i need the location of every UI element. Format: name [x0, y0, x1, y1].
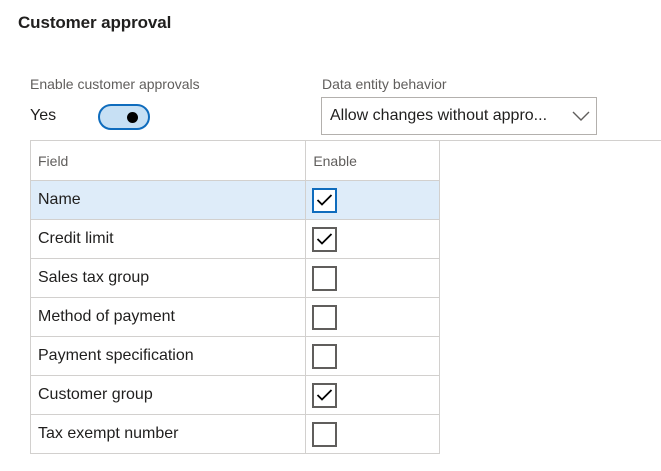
- column-header-enable[interactable]: Enable: [305, 140, 440, 181]
- table-row[interactable]: Credit limit: [29, 219, 440, 259]
- field-name-cell: Tax exempt number: [29, 414, 307, 454]
- column-header-field[interactable]: Field: [29, 140, 307, 181]
- table-row[interactable]: Customer group: [29, 375, 440, 415]
- section-title: Customer approval: [18, 13, 172, 32]
- enable-checkbox[interactable]: [312, 382, 338, 408]
- enable-cell: [305, 375, 440, 415]
- checkmark-icon: [317, 233, 333, 245]
- field-name-cell: Method of payment: [29, 297, 307, 337]
- table-row[interactable]: Name: [29, 180, 440, 220]
- enable-cell: [305, 258, 440, 298]
- data-entity-label: Data entity behavior: [322, 76, 447, 92]
- enable-cell: [305, 414, 440, 454]
- table-row[interactable]: Payment specification: [29, 336, 440, 376]
- toggle-value-text: Yes: [30, 107, 57, 124]
- enable-approvals-toggle[interactable]: [98, 104, 150, 130]
- field-name-cell: Payment specification: [29, 336, 307, 376]
- enable-cell: [305, 219, 440, 259]
- enable-approvals-label: Enable customer approvals: [30, 76, 200, 92]
- toggle-knob: [127, 112, 138, 123]
- table-row[interactable]: Method of payment: [29, 297, 440, 337]
- table-row[interactable]: Sales tax group: [29, 258, 440, 298]
- data-entity-dropdown[interactable]: Allow changes without appro...: [321, 97, 597, 135]
- checkmark-icon: [317, 389, 333, 401]
- enable-checkbox[interactable]: [312, 226, 338, 252]
- field-name-cell: Name: [29, 180, 307, 220]
- approval-fields-grid: Field Enable Name Credit limit Sales tax g…: [29, 140, 440, 454]
- field-name-cell: Sales tax group: [29, 258, 307, 298]
- data-entity-selected-value: Allow changes without appro...: [330, 107, 548, 124]
- table-row[interactable]: Tax exempt number: [29, 414, 440, 454]
- enable-cell: [305, 336, 440, 376]
- chevron-down-icon: [566, 98, 596, 134]
- enable-cell: [305, 297, 440, 337]
- grid-divider: [440, 140, 661, 141]
- enable-checkbox[interactable]: [312, 265, 338, 291]
- enable-checkbox[interactable]: [312, 304, 338, 330]
- enable-checkbox[interactable]: [312, 421, 338, 447]
- field-name-cell: Credit limit: [29, 219, 307, 259]
- grid-header-row: Field Enable: [29, 140, 440, 181]
- field-name-cell: Customer group: [29, 375, 307, 415]
- enable-checkbox[interactable]: [312, 187, 338, 213]
- enable-checkbox[interactable]: [312, 343, 338, 369]
- checkmark-icon: [317, 194, 333, 206]
- enable-cell: [305, 180, 440, 220]
